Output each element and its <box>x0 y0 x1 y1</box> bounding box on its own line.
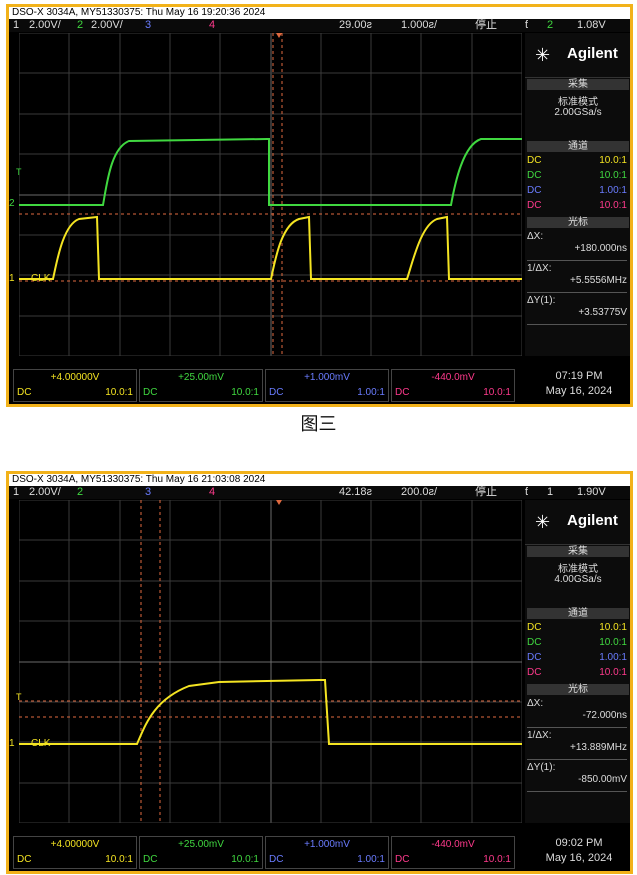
window-title: DSO-X 3034A, MY51330375: Thu May 16 21:0… <box>9 474 630 486</box>
divider <box>527 324 627 325</box>
divider <box>527 292 627 293</box>
ch1-clk-label: CLK <box>31 738 51 749</box>
graticule <box>19 500 522 823</box>
channel-row-1[interactable]: DC 10.0:1 <box>527 153 629 168</box>
brand-name: Agilent <box>567 512 618 529</box>
figure-caption: 图三 <box>300 414 337 434</box>
ch3-settings-box[interactable]: +1.000mV DC 1.00:1 <box>265 836 389 869</box>
channel-row-3[interactable]: DC 1.00:1 <box>527 650 629 665</box>
ch3-settings-box[interactable]: +1.000mV DC 1.00:1 <box>265 369 389 402</box>
trigger-edge-icon: ƭ <box>525 19 529 31</box>
ch2-number[interactable]: 2 <box>77 19 83 32</box>
agilent-spark-icon: ✳ <box>535 512 551 532</box>
agilent-logo: ✳ Agilent <box>525 33 630 78</box>
ch2-settings-box[interactable]: +25.00mV DC 10.0:1 <box>139 369 263 402</box>
ch4-number[interactable]: 4 <box>209 19 215 32</box>
divider <box>527 727 627 728</box>
clock-display: 07:19 PM May 16, 2024 <box>529 369 629 399</box>
brand-name: Agilent <box>567 45 618 62</box>
graticule <box>19 33 522 356</box>
clock-display: 09:02 PM May 16, 2024 <box>529 836 629 866</box>
trigger-position-marker[interactable] <box>276 33 282 38</box>
status-bar: 1 2.00V/ 2 2.00V/ 3 4 29.00ƨ 1.000ƨ/ 停止 … <box>9 19 630 32</box>
channels-header[interactable]: 通道 <box>527 608 629 619</box>
trigger-source[interactable]: 1 <box>547 486 553 499</box>
delay-readout[interactable]: 29.00ƨ <box>339 19 372 32</box>
clock-date: May 16, 2024 <box>545 385 613 397</box>
channel-settings-bar: +4.00000V DC 10.0:1 +25.00mV DC 10.0:1 +1.00… <box>9 359 630 404</box>
channels-header[interactable]: 通道 <box>527 141 629 152</box>
status-bar: 1 2.00V/ 2 3 4 42.18ƨ 200.0ƨ/ 停止 ƭ 1 1.9… <box>9 486 630 499</box>
clock-date: May 16, 2024 <box>545 852 613 864</box>
channel-row-4[interactable]: DC 10.0:1 <box>527 665 629 680</box>
right-info-panel: ✳ Agilent 采集 标准模式 4.00GSa/s 通道 DC 10.0:1 … <box>525 500 630 823</box>
timebase-readout[interactable]: 200.0ƨ/ <box>401 486 437 499</box>
divider <box>527 260 627 261</box>
acquisition-header[interactable]: 采集 <box>527 79 629 90</box>
ch1-ground-label[interactable]: 1 <box>9 738 15 749</box>
ch1-ground-label[interactable]: 1 <box>9 273 15 284</box>
channel-row-2[interactable]: DC 10.0:1 <box>527 168 629 183</box>
ch2-settings-box[interactable]: +25.00mV DC 10.0:1 <box>139 836 263 869</box>
channel-row-2[interactable]: DC 10.0:1 <box>527 635 629 650</box>
ch2-ground-label[interactable]: 2 <box>9 198 15 209</box>
oscilloscope-screenshot-1: DSO-X 3034A, MY51330375: Thu May 16 19:2… <box>6 4 633 407</box>
acquisition-mode: 标准模式 <box>558 97 598 108</box>
trigger-level-marker[interactable]: T <box>16 167 22 177</box>
ch2-scale[interactable]: 2.00V/ <box>91 19 123 32</box>
cursors-header[interactable]: 光标 <box>527 684 629 695</box>
agilent-spark-icon: ✳ <box>535 45 551 65</box>
ch2-number[interactable]: 2 <box>77 486 83 499</box>
waveform-display[interactable]: T 1 CLK <box>9 500 522 823</box>
delay-readout[interactable]: 42.18ƨ <box>339 486 372 499</box>
ch1-scale[interactable]: 2.00V/ <box>29 19 61 32</box>
clock-time: 07:19 PM <box>555 370 603 382</box>
ch1-scale[interactable]: 2.00V/ <box>29 486 61 499</box>
channel-row-3[interactable]: DC 1.00:1 <box>527 183 629 198</box>
waveform-svg <box>19 500 522 823</box>
ch1-settings-box[interactable]: +4.00000V DC 10.0:1 <box>13 369 137 402</box>
waveform-svg <box>19 33 522 356</box>
channel-row-4[interactable]: DC 10.0:1 <box>527 198 629 213</box>
cursors-header[interactable]: 光标 <box>527 217 629 228</box>
ch1-settings-box[interactable]: +4.00000V DC 10.0:1 <box>13 836 137 869</box>
run-state[interactable]: 停止 <box>475 486 497 499</box>
ch4-number[interactable]: 4 <box>209 486 215 499</box>
trigger-position-marker[interactable] <box>276 500 282 505</box>
acquisition-mode: 标准模式 <box>558 564 598 575</box>
timebase-readout[interactable]: 1.000ƨ/ <box>401 19 437 32</box>
ch3-number[interactable]: 3 <box>145 19 151 32</box>
waveform-display[interactable]: 2 T 1 CLK <box>9 33 522 356</box>
sample-rate: 2.00GSa/s <box>554 107 602 118</box>
right-info-panel: ✳ Agilent 采集 标准模式 2.00GSa/s 通道 DC 10.0:1 … <box>525 33 630 356</box>
channel-row-1[interactable]: DC 10.0:1 <box>527 620 629 635</box>
channel-settings-bar: +4.00000V DC 10.0:1 +25.00mV DC 10.0:1 +1.00… <box>9 826 630 871</box>
trigger-source[interactable]: 2 <box>547 19 553 32</box>
ch1-number[interactable]: 1 <box>13 19 19 32</box>
trigger-level-marker[interactable]: T <box>16 692 22 702</box>
divider <box>527 759 627 760</box>
ch1-number[interactable]: 1 <box>13 486 19 499</box>
clock-time: 09:02 PM <box>555 837 603 849</box>
run-state[interactable]: 停止 <box>475 19 497 32</box>
oscilloscope-screenshot-2: DSO-X 3034A, MY51330375: Thu May 16 21:0… <box>6 471 633 874</box>
ch3-number[interactable]: 3 <box>145 486 151 499</box>
trigger-edge-icon: ƭ <box>525 486 529 498</box>
agilent-logo: ✳ Agilent <box>525 500 630 545</box>
ch4-settings-box[interactable]: -440.0mV DC 10.0:1 <box>391 369 515 402</box>
divider <box>527 791 627 792</box>
acquisition-header[interactable]: 采集 <box>527 546 629 557</box>
trigger-level[interactable]: 1.90V <box>577 486 606 499</box>
window-title: DSO-X 3034A, MY51330375: Thu May 16 19:2… <box>9 7 630 19</box>
ch4-settings-box[interactable]: -440.0mV DC 10.0:1 <box>391 836 515 869</box>
ch1-clk-label: CLK <box>31 273 51 284</box>
trigger-level[interactable]: 1.08V <box>577 19 606 32</box>
sample-rate: 4.00GSa/s <box>554 574 602 585</box>
